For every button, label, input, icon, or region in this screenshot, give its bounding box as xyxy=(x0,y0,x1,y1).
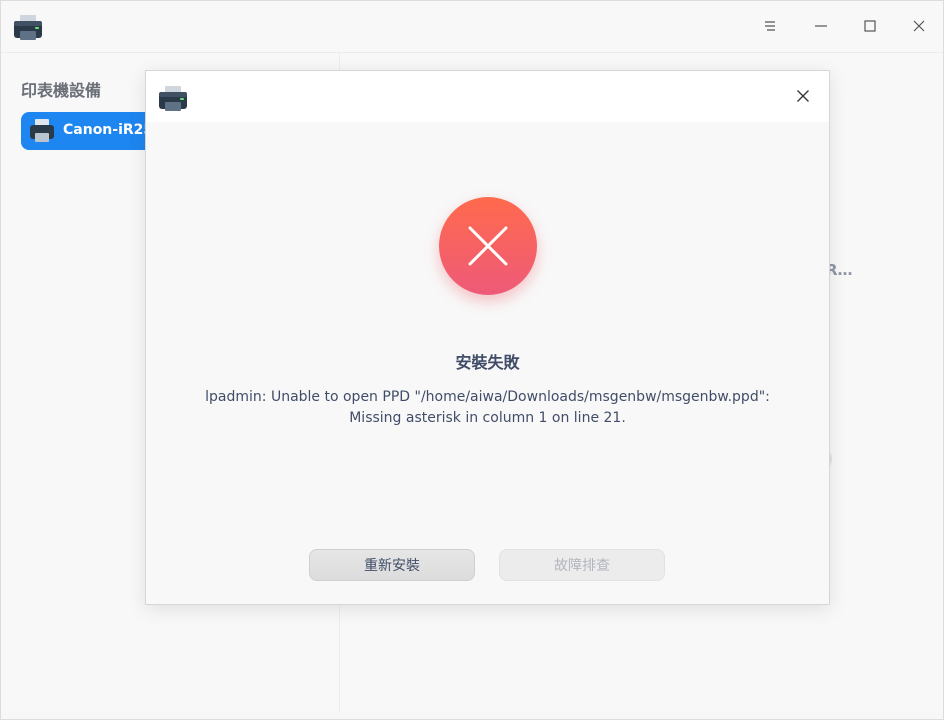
menu-icon xyxy=(763,18,777,37)
maximize-button[interactable] xyxy=(855,12,885,42)
sidebar-title: 印表機設備 xyxy=(21,81,102,100)
close-icon xyxy=(796,88,810,107)
close-icon xyxy=(912,18,926,37)
window-close-button[interactable] xyxy=(904,12,934,42)
dialog-close-button[interactable] xyxy=(789,83,817,111)
message-line-1: lpadmin: Unable to open PPD "/home/aiwa/… xyxy=(205,389,770,405)
menu-button[interactable] xyxy=(755,12,785,42)
printer-icon xyxy=(13,14,43,42)
reinstall-button[interactable]: 重新安裝 xyxy=(309,549,475,581)
dialog-title: 安裝失敗 xyxy=(455,353,520,372)
error-dialog: 安裝失敗 lpadmin: Unable to open PPD "/home/… xyxy=(145,70,830,605)
dialog-message: lpadmin: Unable to open PPD "/home/aiwa/… xyxy=(186,387,789,429)
minimize-button[interactable] xyxy=(806,12,836,42)
titlebar xyxy=(1,1,943,53)
error-x-icon xyxy=(439,197,537,295)
message-line-2: Missing asterisk in column 1 on line 21. xyxy=(349,410,626,426)
dialog-header xyxy=(146,71,829,122)
maximize-icon xyxy=(863,18,877,37)
printer-icon xyxy=(29,118,55,144)
printer-icon xyxy=(158,85,188,113)
minimize-icon xyxy=(814,18,828,37)
troubleshoot-button[interactable]: 故障排查 xyxy=(499,549,665,581)
